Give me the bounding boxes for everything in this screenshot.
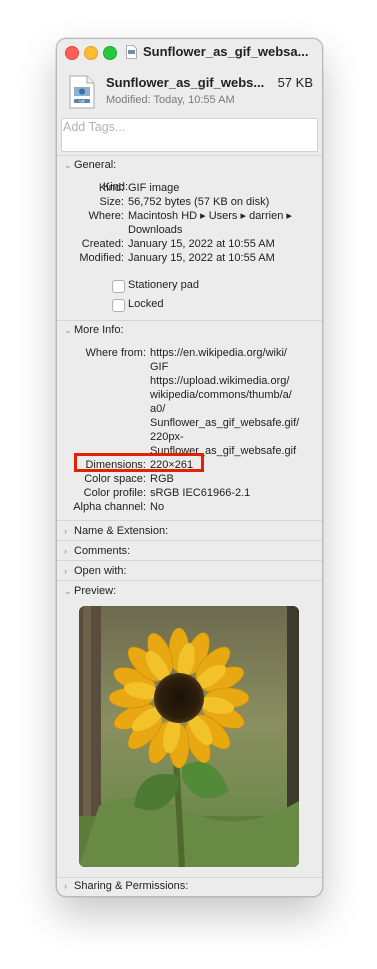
chevron-right-icon: › [64, 566, 67, 576]
divider [57, 877, 322, 878]
where-from-line: 220px- [150, 431, 184, 443]
sunflower-image [79, 606, 299, 867]
size-value: 56,752 bytes (57 KB on disk) [128, 196, 270, 208]
gif-file-icon [126, 45, 137, 59]
section-open-with-label: Open with: [74, 565, 127, 577]
chevron-down-icon: ⌄ [64, 586, 72, 596]
tags-field[interactable]: Add Tags... [61, 118, 318, 152]
file-header: GIF Sunflower_as_gif_webs... 57 KB Modif… [57, 73, 322, 115]
section-comments[interactable]: › Comments: [64, 545, 130, 557]
alpha-channel-label: Alpha channel: [73, 501, 146, 513]
window-title: Sunflower_as_gif_websa... [143, 44, 309, 59]
divider [57, 155, 322, 156]
where-from-line: https://upload.wikimedia.org/ [150, 375, 290, 387]
chevron-down-icon: ⌄ [64, 325, 72, 335]
section-name-extension-label: Name & Extension: [74, 525, 169, 537]
color-profile-value: sRGB IEC61966-2.1 [150, 487, 251, 499]
created-label: Created: [81, 238, 124, 250]
modified-value: January 15, 2022 at 10:55 AM [128, 252, 275, 264]
divider [57, 540, 322, 541]
kind-label: Kind: [98, 182, 124, 194]
where-label: Where: [88, 210, 124, 222]
divider [57, 560, 322, 561]
alpha-channel-value: No [150, 501, 165, 513]
chevron-right-icon: › [64, 546, 67, 556]
tags-placeholder: Add Tags... [63, 120, 126, 134]
dimensions-highlight-box [74, 453, 204, 472]
svg-text:GIF: GIF [79, 99, 85, 103]
divider [57, 320, 322, 321]
where-value-2: Downloads [128, 224, 183, 236]
stationery-label: Stationery pad [128, 279, 199, 291]
section-more-info[interactable]: ⌄ More Info: [64, 324, 124, 336]
file-name: Sunflower_as_gif_webs... [106, 75, 265, 90]
divider [57, 520, 322, 521]
section-preview-label: Preview: [74, 585, 117, 597]
section-preview[interactable]: ⌄ Preview: [64, 585, 116, 597]
chevron-right-icon: › [64, 526, 67, 536]
info-window: Sunflower_as_gif_websa... GIF Sunflower_… [56, 38, 323, 897]
where-from-line: https://en.wikipedia.org/wiki/ [150, 347, 287, 359]
section-general[interactable]: ⌄ General: [64, 159, 116, 171]
section-general-label: General: [74, 159, 117, 171]
where-from-line: a0/ [150, 403, 166, 415]
section-sharing-permissions[interactable]: › Sharing & Permissions: [64, 880, 188, 892]
section-sharing-label: Sharing & Permissions: [74, 880, 189, 892]
section-comments-label: Comments: [74, 545, 131, 557]
stationery-checkbox[interactable] [112, 280, 125, 293]
kind-value: GIF image [128, 182, 180, 194]
locked-checkbox[interactable] [112, 299, 125, 312]
gif-document-icon: GIF [69, 75, 95, 109]
where-from-line: GIF [150, 361, 169, 373]
modified-label: Modified: [79, 252, 124, 264]
title-bar[interactable]: Sunflower_as_gif_websa... [57, 39, 322, 65]
created-value: January 15, 2022 at 10:55 AM [128, 238, 275, 250]
section-open-with[interactable]: › Open with: [64, 565, 127, 577]
where-from-line: Sunflower_as_gif_websafe.gif/ [150, 417, 300, 429]
color-space-value: RGB [150, 473, 174, 485]
size-label: Size: [99, 196, 124, 208]
image-preview [79, 606, 299, 867]
color-profile-label: Color profile: [83, 487, 146, 499]
file-size: 57 KB [277, 75, 313, 90]
color-space-label: Color space: [84, 473, 146, 485]
where-value: Macintosh HD ▸ Users ▸ darrien ▸ [128, 210, 292, 222]
locked-label: Locked [128, 298, 164, 310]
where-from-line: wikipedia/commons/thumb/a/ [150, 389, 292, 401]
where-from-label: Where from: [85, 347, 146, 359]
close-button[interactable] [65, 46, 79, 60]
chevron-down-icon: ⌄ [64, 160, 72, 170]
file-modified-date: Modified: Today, 10:55 AM [106, 94, 235, 106]
section-more-info-label: More Info: [74, 324, 124, 336]
zoom-button[interactable] [103, 46, 117, 60]
section-name-extension[interactable]: › Name & Extension: [64, 525, 168, 537]
chevron-right-icon: › [64, 881, 67, 891]
divider [57, 580, 322, 581]
minimize-button[interactable] [84, 46, 98, 60]
